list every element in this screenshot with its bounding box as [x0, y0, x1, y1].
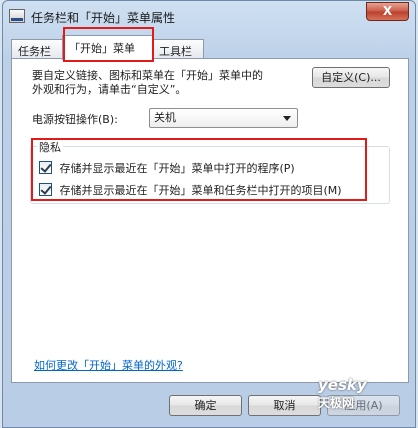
- taskbar-app-icon: [9, 9, 25, 23]
- description-line-1: 要自定义链接、图标和菜单在「开始」菜单中的: [32, 69, 263, 82]
- watermark-logo-text: yesky: [318, 376, 367, 394]
- site-watermark: yesky 天极网: [318, 376, 367, 411]
- start-menu-help-link[interactable]: 如何更改「开始」菜单的外观?: [34, 357, 183, 373]
- description-line-2: 外观和行为，请单击“自定义”。: [32, 83, 187, 96]
- privacy-group-highlight: [31, 138, 367, 201]
- start-menu-description: 要自定义链接、图标和菜单在「开始」菜单中的 外观和行为，请单击“自定义”。: [32, 69, 312, 97]
- chevron-down-icon: [283, 116, 291, 121]
- power-button-label: 电源按钮操作(B):: [32, 113, 118, 126]
- start-menu-panel: 要自定义链接、图标和菜单在「开始」菜单中的 外观和行为，请单击“自定义”。 自定…: [11, 58, 409, 383]
- customize-button[interactable]: 自定义(C)...: [312, 67, 390, 88]
- tab-taskbar[interactable]: 任务栏: [11, 39, 63, 59]
- start-menu-tab-highlight: [63, 27, 154, 62]
- properties-dialog: 任务栏和「开始」菜单属性 X 任务栏 「开始」菜单 工具栏 要自定义链接、图标和…: [2, 0, 416, 428]
- window-title: 任务栏和「开始」菜单属性: [31, 11, 176, 25]
- tab-toolbars[interactable]: 工具栏: [152, 39, 204, 59]
- cancel-button[interactable]: 取消: [248, 395, 321, 416]
- watermark-site-name: 天极网: [318, 396, 355, 410]
- ok-button[interactable]: 确定: [169, 395, 242, 416]
- close-button[interactable]: X: [366, 2, 409, 21]
- power-button-select[interactable]: 关机: [149, 108, 298, 128]
- power-button-value: 关机: [154, 111, 176, 124]
